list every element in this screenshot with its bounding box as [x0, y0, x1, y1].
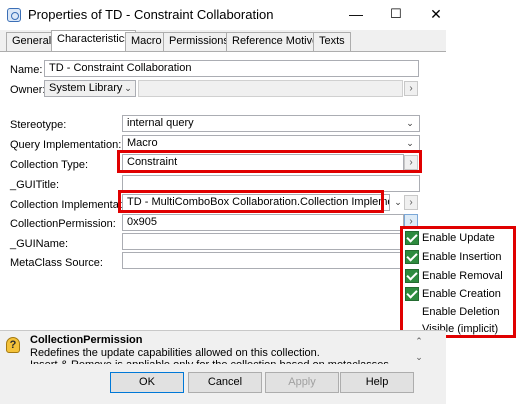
scroll-down-icon[interactable]: ⌄: [412, 352, 426, 363]
close-button[interactable]: ✕: [416, 0, 456, 30]
stereotype-select[interactable]: internal query: [122, 115, 420, 132]
metaclass-label: MetaClass Source:: [10, 257, 103, 269]
highlight-box-collection-impl: [118, 190, 384, 213]
guititle-label: _GUITitle:: [10, 179, 60, 191]
metaclass-field[interactable]: [122, 252, 404, 269]
help-bulb-icon: ?: [6, 337, 20, 353]
query-impl-label: Query Implementation:: [10, 139, 122, 151]
owner-value: System Library: [49, 82, 123, 94]
minimize-button[interactable]: —: [336, 0, 376, 30]
name-field[interactable]: TD - Constraint Collaboration: [44, 60, 419, 77]
tab-texts[interactable]: Texts: [313, 32, 351, 51]
guiname-field[interactable]: [122, 233, 404, 250]
collection-impl-browse-button[interactable]: ›: [404, 195, 418, 210]
guiname-label: _GUIName:: [10, 238, 69, 250]
help-title: CollectionPermission: [30, 334, 143, 346]
tab-macro[interactable]: Macro: [125, 32, 168, 51]
chevron-down-icon[interactable]: ⌄: [392, 195, 404, 210]
highlight-box-permission-menu: [400, 226, 516, 338]
name-label: Name:: [10, 64, 43, 76]
cancel-button[interactable]: Cancel: [188, 372, 262, 393]
owner-path-field: [138, 80, 403, 97]
query-impl-value: Macro: [127, 137, 158, 149]
chevron-down-icon[interactable]: ⌄: [404, 116, 416, 131]
highlight-box-collection-type: [117, 150, 422, 173]
ok-button[interactable]: OK: [110, 372, 184, 393]
owner-label: Owner:: [10, 84, 46, 96]
collection-perm-label: CollectionPermission:: [10, 218, 116, 230]
tab-general[interactable]: General: [6, 32, 58, 51]
collection-type-label: Collection Type:: [10, 159, 89, 171]
app-icon: [7, 8, 21, 22]
window-title: Properties of TD - Constraint Collaborat…: [28, 7, 274, 22]
collection-perm-field[interactable]: 0x905: [122, 214, 404, 231]
maximize-button[interactable]: ☐: [376, 0, 416, 30]
stereotype-value: internal query: [127, 117, 194, 129]
owner-browse-button[interactable]: ›: [404, 81, 418, 96]
tab-permissions[interactable]: Permissions: [163, 32, 235, 51]
chevron-down-icon[interactable]: ⌄: [122, 81, 134, 96]
tab-reference-motive[interactable]: Reference Motive: [226, 32, 325, 51]
chevron-down-icon[interactable]: ⌄: [404, 136, 416, 151]
tab-characteristics[interactable]: Characteristics: [51, 30, 136, 52]
scroll-up-icon[interactable]: ⌃: [412, 336, 426, 347]
help-button[interactable]: Help: [340, 372, 414, 393]
apply-button[interactable]: Apply: [265, 372, 339, 393]
stereotype-label: Stereotype:: [10, 119, 67, 131]
